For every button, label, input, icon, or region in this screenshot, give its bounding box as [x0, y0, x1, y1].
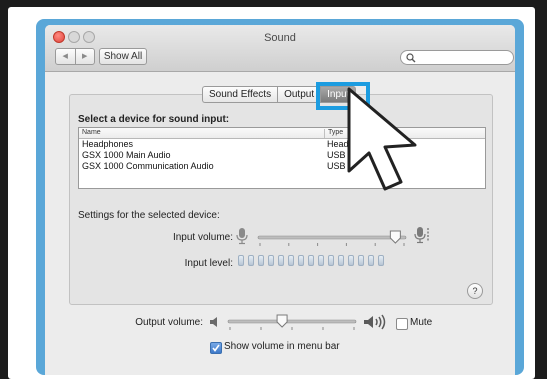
level-segment [338, 255, 344, 266]
pointer-cursor-icon [347, 87, 417, 191]
tab-sound-effects[interactable]: Sound Effects [202, 86, 278, 103]
column-header-name[interactable]: Name [82, 129, 101, 136]
checkmark-icon [212, 344, 220, 352]
window-title: Sound [264, 32, 296, 44]
mute-label: Mute [410, 317, 433, 328]
speaker-high-icon [364, 314, 386, 330]
level-segment [348, 255, 354, 266]
level-segment [368, 255, 374, 266]
input-level-meter [238, 255, 384, 266]
search-icon [406, 53, 416, 63]
speaker-low-icon [210, 317, 217, 327]
level-segment [258, 255, 264, 266]
level-segment [248, 255, 254, 266]
microphone-high-icon [414, 227, 429, 244]
input-volume-knob[interactable] [389, 230, 401, 244]
level-segment [298, 255, 304, 266]
level-segment [278, 255, 284, 266]
device-name: Headphones [82, 139, 134, 149]
output-volume-label: Output volume: [135, 317, 203, 328]
level-segment [238, 255, 244, 266]
sound-preferences-window: Sound ◀ ▶ Show All Sound Effects Output … [45, 25, 515, 375]
forward-icon[interactable]: ▶ [76, 49, 95, 64]
window-titlebar: Sound ◀ ▶ Show All [45, 25, 515, 72]
level-segment [268, 255, 274, 266]
device-type: USB [327, 161, 346, 171]
show-volume-label: Show volume in menu bar [224, 341, 340, 352]
output-volume-slider[interactable] [226, 313, 358, 331]
nav-back-forward: ◀ ▶ [55, 48, 95, 65]
level-segment [378, 255, 384, 266]
show-all-button[interactable]: Show All [99, 48, 147, 65]
level-segment [308, 255, 314, 266]
device-select-heading: Select a device for sound input: [78, 114, 230, 125]
back-icon[interactable]: ◀ [56, 49, 76, 64]
mute-checkbox[interactable] [396, 318, 408, 330]
input-level-label: Input level: [184, 258, 233, 269]
column-header-type[interactable]: Type [324, 129, 343, 138]
show-volume-checkbox[interactable] [210, 342, 222, 354]
device-name: GSX 1000 Communication Audio [82, 161, 214, 171]
device-type: USB [327, 150, 346, 160]
level-segment [358, 255, 364, 266]
device-settings-label: Settings for the selected device: [78, 210, 220, 221]
search-input[interactable] [400, 50, 514, 65]
input-volume-label: Input volume: [172, 232, 233, 243]
input-volume-slider[interactable] [256, 230, 408, 248]
output-volume-knob[interactable] [276, 314, 288, 328]
level-segment [328, 255, 334, 266]
help-button[interactable]: ? [467, 283, 483, 299]
tab-output[interactable]: Output [277, 86, 321, 103]
level-segment [318, 255, 324, 266]
microphone-low-icon [236, 228, 248, 245]
device-name: GSX 1000 Main Audio [82, 150, 171, 160]
level-segment [288, 255, 294, 266]
